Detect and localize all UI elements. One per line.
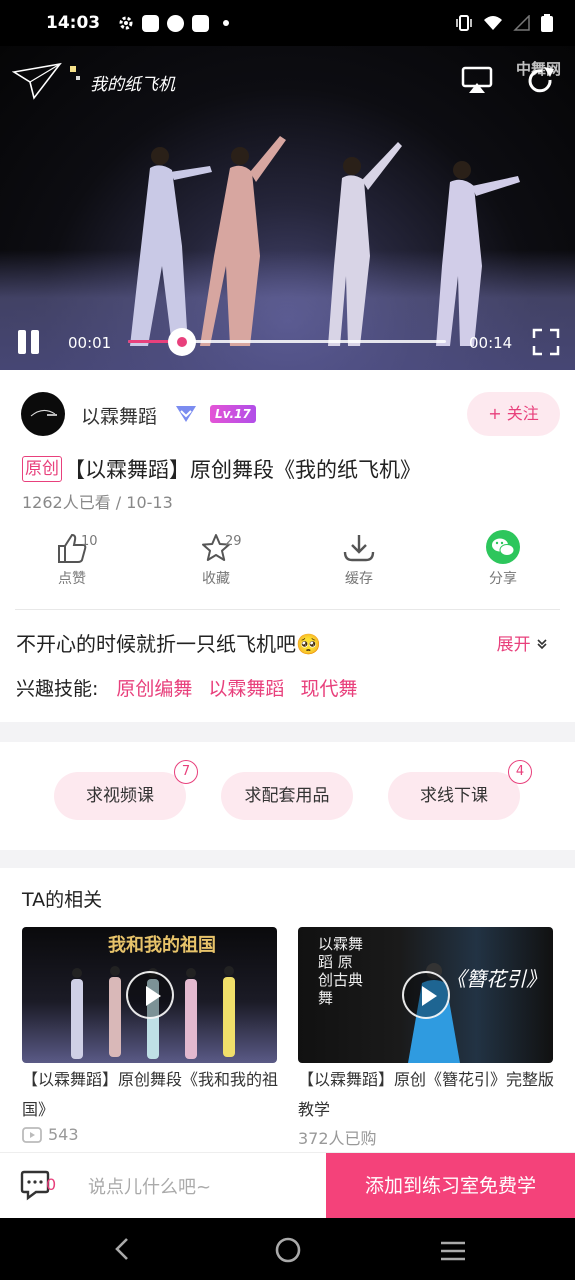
related-card[interactable]: 以霖舞蹈 原创古典舞 《簪花引》 【以霖舞蹈】原创《簪花引》完整版教学 372人…: [298, 927, 554, 1149]
play-icon[interactable]: [125, 971, 174, 1019]
favorite-button[interactable]: 29 收藏: [171, 528, 261, 588]
author-name[interactable]: 以霖舞蹈: [81, 402, 157, 429]
video-title-row: 原创 【以霖舞蹈】原创舞段《我的纸飞机》: [22, 454, 562, 484]
share-icon[interactable]: [526, 66, 556, 96]
video-title: 【以霖舞蹈】原创舞段《我的纸飞机》: [64, 458, 421, 482]
paper-plane-icon: [12, 62, 80, 100]
battery-icon: [541, 14, 553, 32]
mail-icon: [142, 14, 160, 32]
section-gap: [0, 722, 575, 742]
wifi-icon: [484, 16, 502, 30]
bottom-bar: 0 说点儿什么吧~ 添加到练习室免费学: [0, 1152, 575, 1219]
skills-label: 兴趣技能:: [16, 678, 99, 700]
favorite-count: 29: [225, 534, 242, 549]
dancers-image: [130, 136, 520, 346]
request-label: 求配套用品: [244, 786, 330, 806]
author-row: 以霖舞蹈 Lv.17 + 关注: [0, 388, 575, 440]
cast-icon[interactable]: [461, 66, 493, 94]
add-to-practice-button[interactable]: 添加到练习室免费学: [326, 1153, 575, 1219]
favorite-label: 收藏: [202, 571, 230, 587]
video-icon: [22, 1126, 42, 1143]
pause-button[interactable]: [18, 330, 42, 356]
skill-tag[interactable]: 以霖舞蹈: [208, 674, 284, 701]
video-overlay-title: 我的纸飞机: [90, 74, 175, 95]
original-tag: 原创: [22, 456, 62, 482]
level-badge: Lv.17: [210, 405, 256, 423]
related-card-meta: 372人已购: [298, 1125, 553, 1149]
thumbnail-side-text: 以霖舞蹈 原创古典舞: [318, 935, 364, 1007]
like-count: 10: [81, 534, 98, 549]
notification-icons: [118, 14, 230, 32]
progress-thumb[interactable]: [168, 328, 197, 356]
download-button[interactable]: 缓存: [314, 528, 404, 588]
download-icon: [343, 535, 375, 562]
action-bar: 10 点赞 29 收藏 缓存 分享: [0, 528, 575, 592]
progress-track[interactable]: [128, 328, 446, 356]
status-time: 14:03: [46, 13, 101, 33]
recents-icon[interactable]: [439, 1240, 467, 1262]
request-label: 求视频课: [86, 786, 154, 806]
video-logo-overlay: 我的纸飞机: [12, 62, 175, 102]
app-notification-icon: [192, 14, 210, 32]
description-text: 不开心的时候就折一只纸飞机吧🥺: [16, 632, 321, 656]
video-controls: 00:01 00:14: [0, 316, 575, 366]
request-offline-course-button[interactable]: 求线下课 4: [388, 760, 532, 820]
system-icons: [455, 14, 553, 32]
thumbnail-text: 我和我的祖国: [108, 935, 216, 956]
home-icon[interactable]: [274, 1236, 302, 1264]
comment-count: 0: [46, 1175, 57, 1194]
check-circle-icon: [167, 14, 185, 32]
related-thumbnail[interactable]: 以霖舞蹈 原创古典舞 《簪花引》: [298, 927, 553, 1063]
wechat-icon: [486, 530, 520, 564]
share-label: 分享: [489, 571, 517, 587]
play-icon[interactable]: [401, 971, 450, 1019]
purchase-count: 372人已购: [298, 1129, 377, 1148]
download-label: 缓存: [345, 571, 373, 587]
related-title: TA的相关: [22, 889, 103, 911]
expand-label: 展开: [496, 635, 531, 655]
request-supplies-button[interactable]: 求配套用品: [221, 772, 353, 820]
follow-button[interactable]: + 关注: [467, 392, 560, 436]
divider: [15, 609, 560, 610]
like-label: 点赞: [58, 571, 86, 587]
chevron-down-icon: [537, 639, 547, 650]
play-count: 543: [48, 1125, 79, 1144]
system-nav-bar: [0, 1218, 575, 1280]
status-bar: 14:03: [0, 0, 575, 46]
settings-icon: [119, 16, 133, 30]
video-player[interactable]: 我的纸飞机 中舞网 00:01 00:14: [0, 46, 575, 370]
vibrate-icon: [456, 15, 472, 31]
view-count-date: 1262人已看 / 10-13: [22, 493, 173, 512]
total-time: 00:14: [469, 334, 513, 352]
current-time: 00:01: [68, 334, 112, 352]
related-card-meta: 543: [22, 1125, 277, 1144]
request-video-course-button[interactable]: 求视频课 7: [54, 760, 198, 820]
like-button[interactable]: 10 点赞: [27, 528, 117, 588]
request-row: 求视频课 7 求配套用品 求线下课 4: [0, 742, 575, 850]
fullscreen-icon[interactable]: [532, 328, 560, 356]
back-icon[interactable]: [112, 1236, 132, 1262]
request-label: 求线下课: [420, 786, 488, 806]
section-gap: [0, 850, 575, 868]
skill-tag[interactable]: 原创编舞: [116, 674, 192, 701]
signal-icon: [513, 15, 530, 31]
related-card-title: 【以霖舞蹈】原创《簪花引》完整版教学: [298, 1070, 555, 1119]
related-card-title: 【以霖舞蹈】原创舞段《我和我的祖国》: [22, 1070, 279, 1119]
share-button[interactable]: 分享: [458, 528, 548, 588]
avatar[interactable]: [21, 392, 65, 436]
comment-input[interactable]: 说点儿什么吧~: [88, 1173, 211, 1199]
verified-icon: [176, 406, 196, 422]
request-count: 7: [174, 760, 198, 784]
description: 不开心的时候就折一只纸飞机吧🥺 展开: [16, 628, 560, 657]
skill-tag[interactable]: 现代舞: [300, 674, 357, 701]
request-count: 4: [508, 760, 532, 784]
related-thumbnail[interactable]: 我和我的祖国: [22, 927, 277, 1063]
skills-row: 兴趣技能: 原创编舞 以霖舞蹈 现代舞: [16, 674, 373, 701]
more-notifications-icon: [223, 20, 230, 26]
related-card[interactable]: 我和我的祖国 【以霖舞蹈】原创舞段《我和我的祖国》 543: [22, 927, 278, 1144]
expand-link[interactable]: 展开: [497, 630, 548, 655]
